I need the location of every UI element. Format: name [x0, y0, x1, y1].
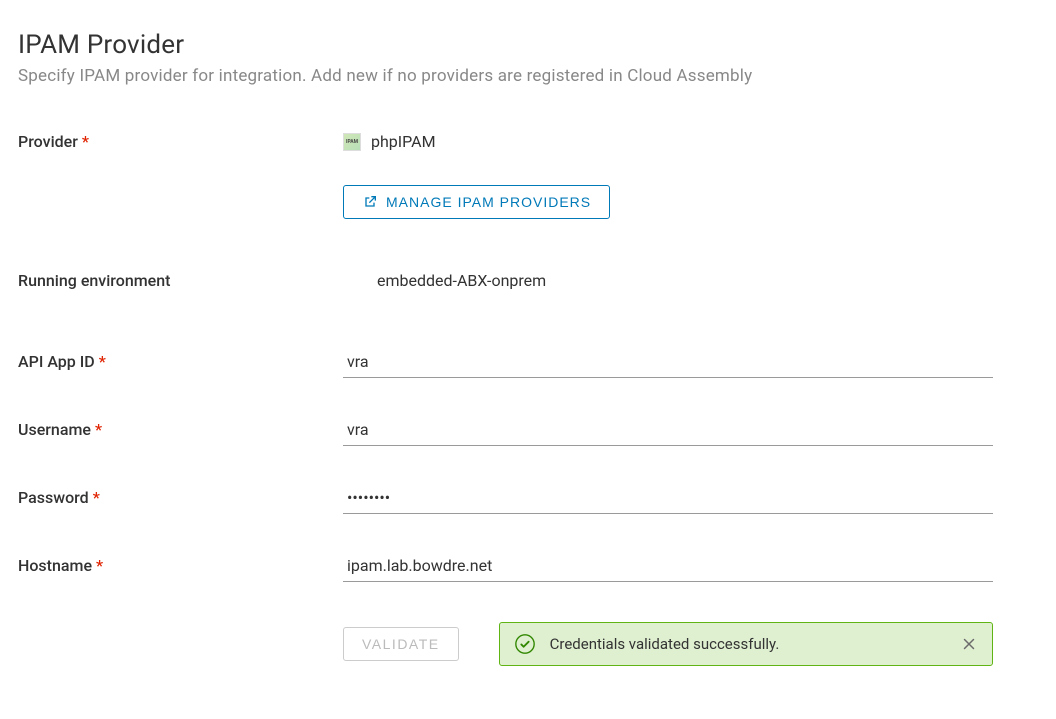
password-field[interactable] — [343, 482, 993, 514]
provider-selected[interactable]: IPAM phpIPAM — [343, 126, 993, 151]
import-icon — [362, 194, 378, 210]
label-password: Password* — [18, 482, 343, 507]
manage-providers-button[interactable]: MANAGE IPAM PROVIDERS — [343, 185, 610, 219]
alert-message: Credentials validated successfully. — [550, 635, 946, 653]
page-title: IPAM Provider — [18, 30, 1038, 60]
required-indicator: * — [96, 556, 103, 575]
required-indicator: * — [93, 488, 100, 507]
label-username: Username* — [18, 414, 343, 439]
api-app-id-field[interactable] — [343, 346, 993, 378]
check-circle-icon — [514, 633, 536, 655]
label-api-app-id: API App ID* — [18, 346, 343, 371]
validate-button[interactable]: VALIDATE — [343, 627, 459, 661]
hostname-field[interactable] — [343, 550, 993, 582]
required-indicator: * — [95, 420, 102, 439]
close-icon[interactable] — [960, 635, 978, 653]
phpipam-icon: IPAM — [343, 133, 361, 151]
required-indicator: * — [82, 132, 89, 151]
page-subtitle: Specify IPAM provider for integration. A… — [18, 66, 1038, 86]
username-field[interactable] — [343, 414, 993, 446]
success-alert: Credentials validated successfully. — [499, 622, 993, 666]
label-provider: Provider* — [18, 126, 343, 151]
label-hostname: Hostname* — [18, 550, 343, 575]
running-env-value: embedded-ABX-onprem — [343, 265, 993, 290]
required-indicator: * — [99, 352, 106, 371]
provider-name: phpIPAM — [371, 132, 436, 151]
label-running-env: Running environment — [18, 265, 343, 290]
